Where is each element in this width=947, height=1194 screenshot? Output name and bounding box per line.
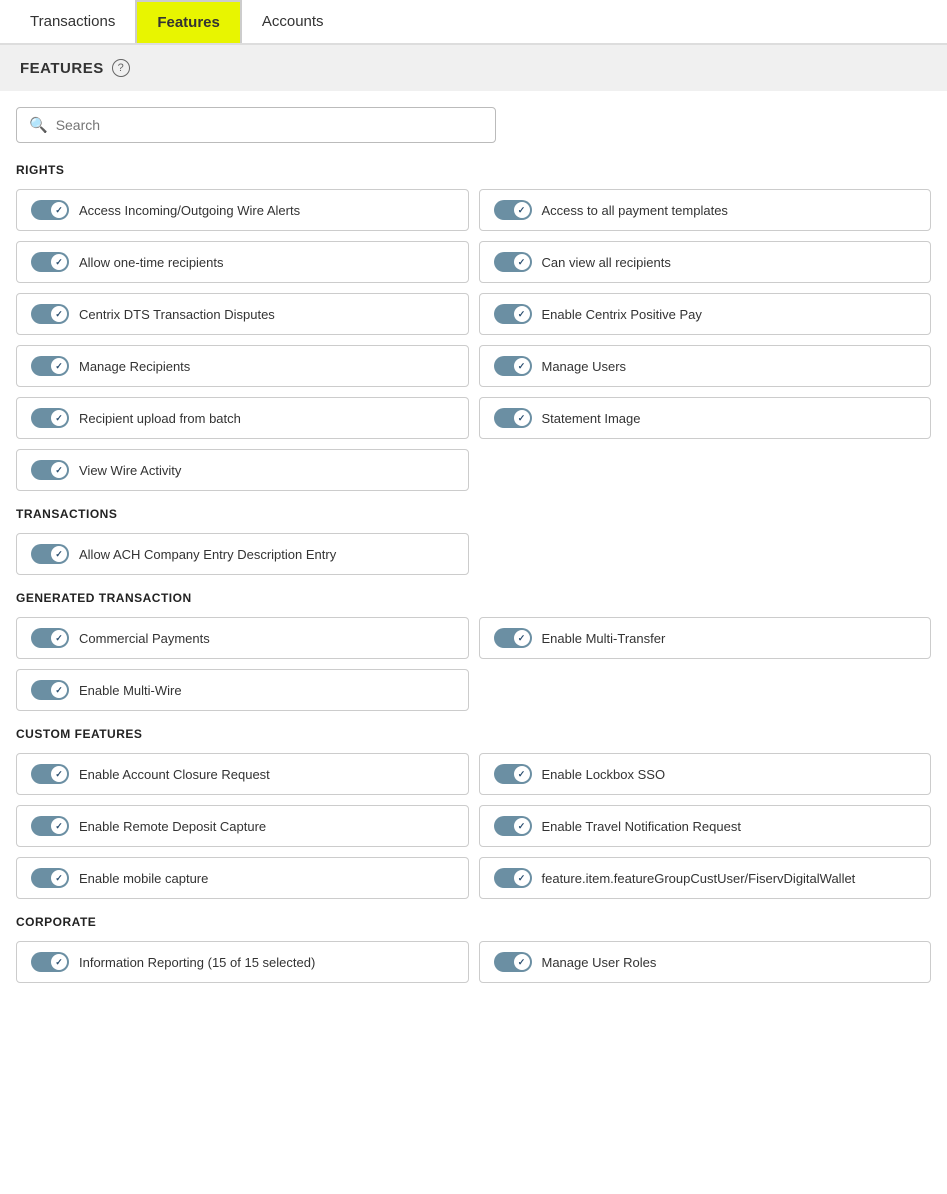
toggle-label: View Wire Activity [79, 463, 181, 478]
toggle-enable-multi-wire[interactable]: ✓ Enable Multi-Wire [16, 669, 469, 711]
toggle-information-reporting[interactable]: ✓ Information Reporting (15 of 15 select… [16, 941, 469, 983]
group-label-rights: RIGHTS [16, 163, 931, 177]
toggle-allow-ach[interactable]: ✓ Allow ACH Company Entry Description En… [16, 533, 469, 575]
toggle-label: Recipient upload from batch [79, 411, 241, 426]
group-generated-transaction: GENERATED TRANSACTION ✓ Commercial Payme… [16, 591, 931, 711]
toggle-switch[interactable]: ✓ [494, 304, 532, 324]
toggle-switch[interactable]: ✓ [31, 868, 69, 888]
toggle-label: Centrix DTS Transaction Disputes [79, 307, 275, 322]
group-transactions: TRANSACTIONS ✓ Allow ACH Company Entry D… [16, 507, 931, 575]
toggle-switch[interactable]: ✓ [31, 304, 69, 324]
toggle-switch[interactable]: ✓ [494, 356, 532, 376]
toggle-label: Allow one-time recipients [79, 255, 224, 270]
search-icon: 🔍 [29, 116, 48, 134]
toggle-label: Manage Users [542, 359, 627, 374]
help-icon[interactable]: ? [112, 59, 130, 77]
toggle-label: Enable Multi-Wire [79, 683, 182, 698]
toggle-label: Commercial Payments [79, 631, 210, 646]
toggle-label: Enable Remote Deposit Capture [79, 819, 266, 834]
group-label-custom: CUSTOM FEATURES [16, 727, 931, 741]
toggle-switch[interactable]: ✓ [31, 816, 69, 836]
group-label-corporate: CORPORATE [16, 915, 931, 929]
toggle-switch[interactable]: ✓ [31, 408, 69, 428]
tab-accounts[interactable]: Accounts [242, 1, 344, 42]
group-label-generated: GENERATED TRANSACTION [16, 591, 931, 605]
toggle-lockbox-sso[interactable]: ✓ Enable Lockbox SSO [479, 753, 932, 795]
toggle-mobile-capture[interactable]: ✓ Enable mobile capture [16, 857, 469, 899]
toggle-centrix-dts[interactable]: ✓ Centrix DTS Transaction Disputes [16, 293, 469, 335]
toggle-label: feature.item.featureGroupCustUser/Fiserv… [542, 871, 856, 886]
toggle-label: Enable Travel Notification Request [542, 819, 741, 834]
toggle-commercial-payments[interactable]: ✓ Commercial Payments [16, 617, 469, 659]
tab-transactions[interactable]: Transactions [10, 1, 135, 42]
toggle-switch[interactable]: ✓ [31, 764, 69, 784]
toggle-label: Access Incoming/Outgoing Wire Alerts [79, 203, 300, 218]
toggle-switch[interactable]: ✓ [31, 356, 69, 376]
features-content: 🔍 RIGHTS ✓ Access Incoming/Outgoing Wire… [0, 91, 947, 1015]
group-rights: RIGHTS ✓ Access Incoming/Outgoing Wire A… [16, 163, 931, 491]
toggle-access-wire-alerts[interactable]: ✓ Access Incoming/Outgoing Wire Alerts [16, 189, 469, 231]
toggle-label: Enable Centrix Positive Pay [542, 307, 702, 322]
toggle-switch[interactable]: ✓ [494, 816, 532, 836]
toggle-manage-user-roles[interactable]: ✓ Manage User Roles [479, 941, 932, 983]
toggle-label: Enable Lockbox SSO [542, 767, 666, 782]
toggle-label: Enable mobile capture [79, 871, 208, 886]
toggle-switch[interactable]: ✓ [31, 460, 69, 480]
toggle-recipient-upload[interactable]: ✓ Recipient upload from batch [16, 397, 469, 439]
toggle-manage-users[interactable]: ✓ Manage Users [479, 345, 932, 387]
toggle-view-wire-activity[interactable]: ✓ View Wire Activity [16, 449, 469, 491]
toggle-label: Information Reporting (15 of 15 selected… [79, 955, 315, 970]
toggle-label: Manage User Roles [542, 955, 657, 970]
toggle-switch[interactable]: ✓ [494, 252, 532, 272]
toggle-manage-recipients[interactable]: ✓ Manage Recipients [16, 345, 469, 387]
group-corporate: CORPORATE ✓ Information Reporting (15 of… [16, 915, 931, 983]
tab-features[interactable]: Features [135, 0, 242, 43]
features-header: FEATURES ? [0, 45, 947, 91]
toggle-label: Statement Image [542, 411, 641, 426]
toggle-label: Enable Account Closure Request [79, 767, 270, 782]
toggle-account-closure[interactable]: ✓ Enable Account Closure Request [16, 753, 469, 795]
search-input[interactable] [56, 117, 483, 133]
search-bar: 🔍 [16, 107, 496, 143]
toggle-label: Manage Recipients [79, 359, 190, 374]
toggle-label: Access to all payment templates [542, 203, 728, 218]
rights-grid: ✓ Access Incoming/Outgoing Wire Alerts ✓… [16, 189, 931, 491]
toggle-label: Enable Multi-Transfer [542, 631, 666, 646]
tabs-container: Transactions Features Accounts [0, 0, 947, 45]
toggle-label: Allow ACH Company Entry Description Entr… [79, 547, 336, 562]
generated-grid: ✓ Commercial Payments ✓ Enable Multi-Tra… [16, 617, 931, 659]
toggle-fiserv-digital-wallet[interactable]: ✓ feature.item.featureGroupCustUser/Fise… [479, 857, 932, 899]
group-label-transactions: TRANSACTIONS [16, 507, 931, 521]
toggle-switch[interactable]: ✓ [494, 868, 532, 888]
toggle-switch[interactable]: ✓ [494, 764, 532, 784]
toggle-switch[interactable]: ✓ [494, 200, 532, 220]
toggle-enable-multi-transfer[interactable]: ✓ Enable Multi-Transfer [479, 617, 932, 659]
group-custom-features: CUSTOM FEATURES ✓ Enable Account Closure… [16, 727, 931, 899]
toggle-travel-notification[interactable]: ✓ Enable Travel Notification Request [479, 805, 932, 847]
toggle-switch[interactable]: ✓ [31, 952, 69, 972]
toggle-label: Can view all recipients [542, 255, 671, 270]
toggle-enable-centrix-positive-pay[interactable]: ✓ Enable Centrix Positive Pay [479, 293, 932, 335]
toggle-switch[interactable]: ✓ [494, 952, 532, 972]
custom-features-grid: ✓ Enable Account Closure Request ✓ Enabl… [16, 753, 931, 899]
toggle-switch[interactable]: ✓ [31, 544, 69, 564]
toggle-can-view-all-recipients[interactable]: ✓ Can view all recipients [479, 241, 932, 283]
corporate-grid: ✓ Information Reporting (15 of 15 select… [16, 941, 931, 983]
toggle-statement-image[interactable]: ✓ Statement Image [479, 397, 932, 439]
toggle-switch[interactable]: ✓ [494, 628, 532, 648]
toggle-switch[interactable]: ✓ [494, 408, 532, 428]
toggle-switch[interactable]: ✓ [31, 252, 69, 272]
toggle-remote-deposit[interactable]: ✓ Enable Remote Deposit Capture [16, 805, 469, 847]
toggle-allow-one-time-recipients[interactable]: ✓ Allow one-time recipients [16, 241, 469, 283]
toggle-switch[interactable]: ✓ [31, 680, 69, 700]
toggle-switch[interactable]: ✓ [31, 200, 69, 220]
features-title: FEATURES [20, 60, 104, 77]
toggle-access-payment-templates[interactable]: ✓ Access to all payment templates [479, 189, 932, 231]
toggle-switch[interactable]: ✓ [31, 628, 69, 648]
